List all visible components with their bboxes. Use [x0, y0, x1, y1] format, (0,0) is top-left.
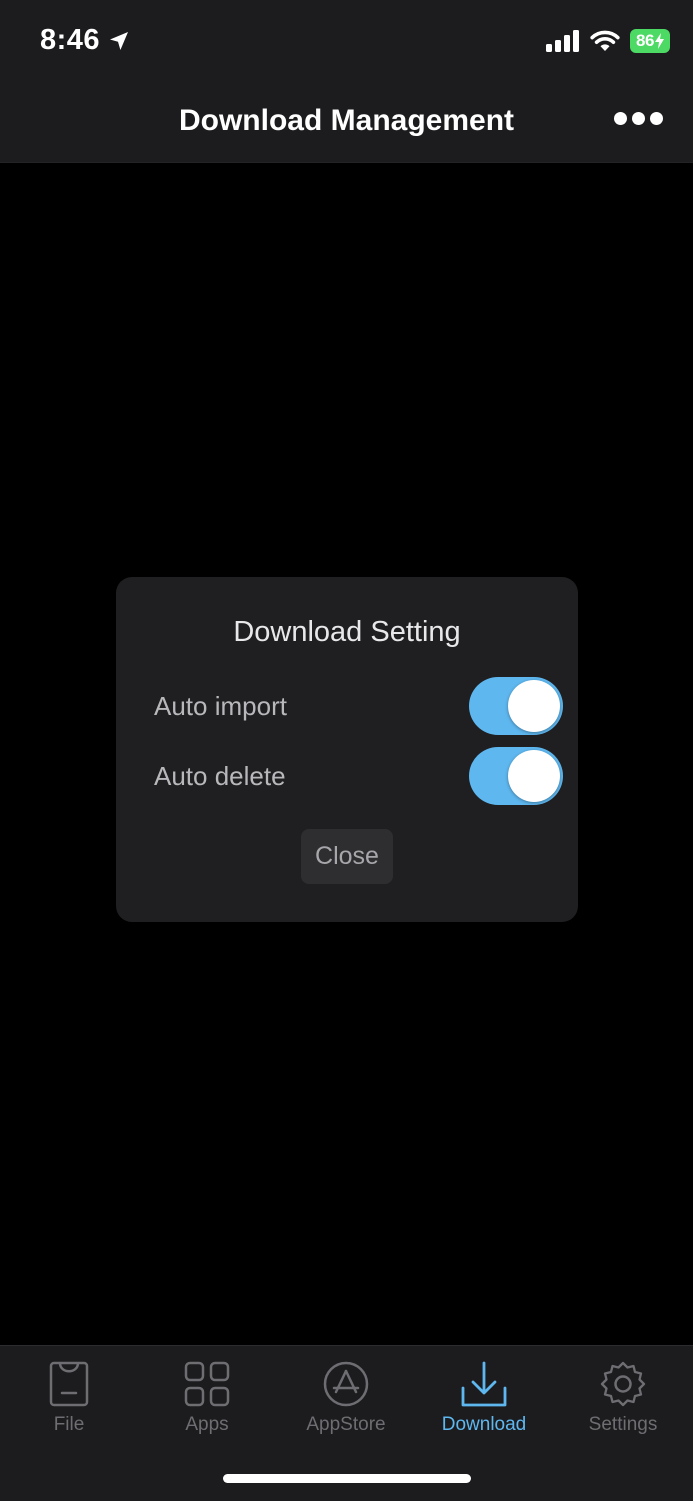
toggle-knob [508, 750, 560, 802]
auto-delete-row: Auto delete [154, 747, 563, 805]
battery-level: 86 [630, 29, 670, 53]
wifi-icon [590, 30, 620, 51]
tab-label: File [53, 1414, 85, 1435]
auto-delete-toggle[interactable] [469, 747, 563, 805]
tab-appstore[interactable]: AppStore [277, 1358, 415, 1436]
dialog-title: Download Setting [233, 616, 461, 648]
cellular-signal-icon [546, 30, 579, 52]
auto-import-toggle[interactable] [469, 677, 563, 735]
status-indicators: 86 [546, 29, 670, 53]
battery-percent: 86 [636, 31, 654, 50]
tab-label: Download [441, 1414, 527, 1435]
bag-icon [49, 1361, 89, 1407]
tab-label: AppStore [306, 1414, 386, 1435]
tab-apps[interactable]: Apps [138, 1358, 276, 1436]
charging-bolt-icon [654, 33, 664, 49]
more-options-button[interactable] [614, 112, 663, 125]
tab-label: Apps [185, 1414, 229, 1435]
close-button[interactable]: Close [301, 829, 393, 884]
battery-indicator: 86 [630, 29, 670, 53]
location-arrow-icon [110, 31, 129, 50]
tab-label: Settings [588, 1414, 658, 1435]
more-dot-icon [632, 112, 645, 125]
tab-download[interactable]: Download [415, 1358, 553, 1436]
top-bar: 8:46 86 Download Management [0, 0, 693, 163]
auto-delete-label: Auto delete [154, 760, 286, 791]
appstore-icon [323, 1361, 369, 1407]
download-icon [461, 1361, 507, 1407]
status-time: 8:46 [40, 24, 130, 57]
tab-settings[interactable]: Settings [554, 1358, 692, 1436]
clock-text: 8:46 [40, 24, 101, 56]
page-title: Download Management [178, 104, 515, 137]
auto-import-label: Auto import [154, 690, 287, 721]
tab-file[interactable]: File [0, 1358, 138, 1436]
download-setting-dialog: Download Setting Auto import Auto delete… [116, 577, 578, 922]
auto-import-row: Auto import [154, 677, 563, 735]
home-indicator [223, 1474, 471, 1483]
more-dot-icon [614, 112, 627, 125]
toggle-knob [508, 680, 560, 732]
gear-icon [600, 1361, 646, 1407]
grid-icon [184, 1361, 230, 1407]
more-dot-icon [650, 112, 663, 125]
